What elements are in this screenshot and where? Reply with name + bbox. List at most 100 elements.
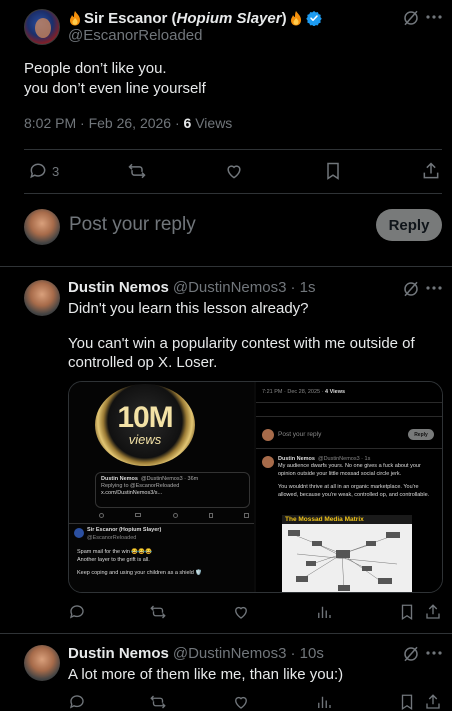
like-action[interactable] (232, 603, 250, 621)
divider (24, 193, 442, 194)
share-action[interactable] (421, 161, 441, 181)
reply-header: Dustin Nemos @DustinNemos3 · 10s (68, 645, 324, 662)
right-meta: 7:21 PM · Dec 28, 2025 · 4 Views (262, 389, 345, 395)
inner-avatar (74, 528, 84, 538)
quote-handle: @DustinNemos3 · 36m (140, 476, 199, 482)
inner-tweet-body: Spam mail for the win 😂😂😂 Another layer … (77, 549, 252, 578)
quote-actions (99, 513, 249, 519)
reply-icon (68, 693, 86, 711)
heart-icon (232, 603, 250, 621)
bookmark-action[interactable] (398, 693, 416, 711)
divider (0, 266, 452, 267)
views-label: Views (191, 115, 233, 131)
tweet-text-line-2: you don’t even line yourself (24, 80, 206, 97)
quote-name: Dustin Nemos (101, 476, 138, 482)
reply-author-name[interactable]: Dustin Nemos (68, 645, 169, 662)
repost-action[interactable] (149, 693, 167, 711)
reply-count: 3 (52, 163, 60, 179)
ten-million-badge: 10M views (95, 384, 195, 466)
reply-avatar[interactable] (24, 280, 60, 316)
tweet-text-line-1: People don’t like you. (24, 60, 167, 77)
author-handle[interactable]: @EscanorReloaded (68, 27, 202, 44)
share-icon (424, 693, 442, 711)
reply-text-line-2: You can't win a popularity contest with … (68, 335, 415, 352)
reply-time[interactable]: · 10s (290, 645, 323, 662)
inner-tweet: Sir Escanor (Hopium Slayer) @EscanorRelo… (87, 527, 252, 542)
share-action[interactable] (424, 603, 442, 621)
right-reply-header: Dustin Nemos @DustinNemos3 · 1s (278, 456, 370, 462)
divider (24, 149, 442, 150)
reply-author-handle[interactable]: @DustinNemos3 (173, 645, 287, 662)
bookmark-icon (398, 693, 416, 711)
reply-avatar[interactable] (24, 645, 60, 681)
quote-replying: Replying to @EscanorReloaded (101, 483, 180, 489)
share-icon (421, 161, 441, 181)
inner-name: Sir Escanor (Hopium Slayer) (87, 527, 162, 533)
bookmark-icon (323, 161, 343, 181)
media-right-panel: 7:21 PM · Dec 28, 2025 · 4 Views Post yo… (256, 382, 442, 592)
analytics-icon (315, 693, 333, 711)
reply-time[interactable]: · 1s (290, 279, 315, 296)
more-options-icon[interactable] (426, 650, 442, 656)
reply-action[interactable] (68, 693, 86, 711)
bookmark-action[interactable] (323, 161, 343, 181)
share-icon (424, 603, 442, 621)
inner-handle: @EscanorReloaded (87, 534, 137, 541)
current-user-avatar[interactable] (24, 209, 60, 245)
reply-action[interactable]: 3 (28, 161, 59, 181)
views-action[interactable] (315, 693, 333, 711)
grok-icon[interactable] (402, 645, 420, 663)
reply-text-line-3: controlled op X. Loser. (68, 354, 218, 371)
flame-emoji-icon (68, 10, 82, 26)
reply-text-line-1: Didn't you learn this lesson already? (68, 300, 309, 317)
views-action[interactable] (315, 603, 333, 621)
repost-icon (149, 693, 167, 711)
right-reply-avatar (262, 456, 274, 468)
reply-composer-input[interactable]: Post your reply (69, 214, 196, 236)
grok-icon[interactable] (402, 280, 420, 298)
more-options-icon[interactable] (426, 285, 442, 291)
reply-header: Dustin Nemos @DustinNemos3 · 1s (68, 279, 315, 296)
matrix-title: The Mossad Media Matrix (282, 515, 412, 524)
reply-button[interactable]: Reply (376, 209, 442, 241)
reply-author-name[interactable]: Dustin Nemos (68, 279, 169, 296)
author-name-row[interactable]: Sir Escanor (Hopium Slayer) (68, 8, 322, 28)
bookmark-icon (398, 603, 416, 621)
reply-author-handle[interactable]: @DustinNemos3 (173, 279, 287, 296)
right-name: Dustin Nemos (278, 456, 315, 462)
right-header: 7:21 PM · Dec 28, 2025 · (262, 389, 325, 395)
right-placeholder: Post your reply (278, 431, 322, 438)
repost-action[interactable] (127, 161, 147, 181)
right-reply-button: Reply (408, 429, 434, 440)
media-quote-card: Dustin Nemos @DustinNemos3 · 36m Replying… (95, 472, 250, 508)
reply-icon (28, 161, 48, 181)
reply-icon (68, 603, 86, 621)
bookmark-action[interactable] (398, 603, 416, 621)
reply-action[interactable] (68, 603, 86, 621)
mossad-media-matrix-image: The Mossad Media Matrix (282, 515, 412, 592)
badge-big-text: 10M (117, 400, 173, 434)
tweet-timestamp[interactable]: 8:02 PM · Feb 26, 2026 · (24, 115, 184, 131)
repost-action[interactable] (149, 603, 167, 621)
analytics-icon (315, 603, 333, 621)
inner-line-1: Spam mail for the win 😂😂😂 (77, 549, 152, 555)
share-action[interactable] (424, 693, 442, 711)
divider (0, 633, 452, 634)
like-action[interactable] (224, 161, 244, 181)
right-reply-text: My audience dwarfs yours. No one gives a… (278, 463, 438, 499)
heart-icon (224, 161, 244, 181)
tweet-metadata: 8:02 PM · Feb 26, 2026 · 6 Views (24, 115, 232, 131)
verified-badge-icon[interactable] (305, 10, 322, 27)
inner-line-2: Another layer to the grift is all. (77, 556, 150, 563)
reply-media-image[interactable]: 10M views Dustin Nemos @DustinNemos3 · 36… (68, 381, 443, 593)
author-avatar[interactable] (24, 9, 60, 45)
repost-icon (149, 603, 167, 621)
quote-link: x.com/DustinNemos3/s... (101, 490, 163, 496)
right-text-1: My audience dwarfs yours. No one gives a… (278, 463, 421, 477)
badge-small-text: views (128, 431, 162, 447)
more-options-icon[interactable] (426, 14, 442, 20)
right-handle: @DustinNemos3 · 1s (317, 456, 371, 462)
grok-icon[interactable] (402, 9, 420, 27)
like-action[interactable] (232, 693, 250, 711)
reply-text: A lot more of them like me, than like yo… (68, 666, 344, 683)
